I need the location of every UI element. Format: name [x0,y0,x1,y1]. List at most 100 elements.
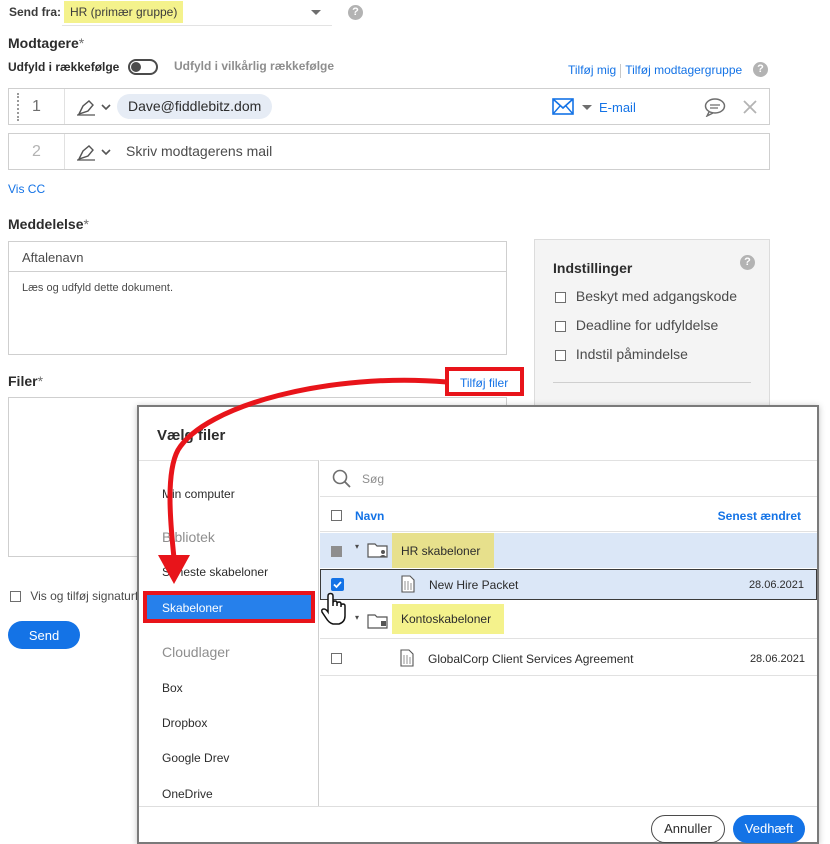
close-icon[interactable] [742,99,758,115]
recipients-title: Modtagere* [8,35,84,51]
settings-title: Indstillinger [553,260,633,276]
column-header: Navn Senest ændret [320,497,817,532]
checkbox[interactable] [555,349,566,361]
signature-option-label: Vis og tilføj signaturfe [30,589,145,603]
setting-reminder-label: Indstil påmindelse [575,346,688,362]
attach-button[interactable]: Vedhæft [733,815,805,843]
column-name[interactable]: Navn [355,509,384,523]
agreement-name-placeholder: Aftalenavn [22,250,84,265]
folder-row-hr[interactable]: ▾ HR skabeloner [320,533,817,568]
pen-signer-icon[interactable] [75,142,115,162]
recipient-row-2: 2 Skriv modtagerens mail [8,133,770,170]
select-all-checkbox[interactable] [331,510,342,521]
files-title: Filer* [8,373,43,389]
show-cc-link[interactable]: Vis CC [8,182,45,196]
library-header: Bibliotek [162,529,215,545]
cancel-button[interactable]: Annuller [651,815,725,843]
expand-icon[interactable]: ▾ [355,613,359,622]
hand-cursor-icon [321,592,346,625]
order-toggle[interactable] [128,59,158,75]
source-google-drive[interactable]: Google Drev [162,751,229,765]
select-files-dialog: Vælg filer Min computer Bibliotek Senest… [137,405,819,844]
folder-row-konto[interactable]: ▾ Kontoskabeloner [320,604,817,639]
divider [620,63,622,78]
checkbox-checked[interactable] [331,578,344,591]
add-files-link[interactable]: Tilføj filer [460,376,508,390]
file-modified: 28.06.2021 [749,653,805,665]
add-group-link[interactable]: Tilføj modtagergruppe [625,63,742,77]
folder-icon [367,614,388,629]
order-sequential-label: Udfyld i rækkefølge [8,60,120,74]
divider [553,382,751,383]
cloud-header: Cloudlager [162,644,230,660]
agreement-name-input[interactable]: Aftalenavn [8,241,507,272]
document-icon [400,649,414,667]
delivery-method[interactable]: E-mail [599,100,636,115]
recipient-email-input[interactable]: Skriv modtagerens mail [126,143,272,159]
required-mark: * [78,35,85,51]
document-icon [401,575,415,593]
source-templates-selected[interactable]: Skabeloner [143,591,315,623]
dialog-title: Vælg filer [157,427,226,444]
expand-icon[interactable]: ▾ [355,542,359,551]
add-me-link[interactable]: Tilføj mig [568,63,616,77]
send-from-select[interactable]: HR (primær gruppe) [62,0,332,26]
settings-panel: Indstillinger ? Beskyt med adgangskode D… [534,239,770,409]
send-from-value: HR (primær gruppe) [64,1,184,23]
message-body-text: Læs og udfyld dette dokument. [22,282,174,294]
chevron-down-icon[interactable] [582,105,592,110]
source-onedrive[interactable]: OneDrive [162,787,213,801]
setting-reminder[interactable]: Indstil påmindelse [555,346,688,362]
file-browser: Søg Navn Senest ændret ▾ HR skabeloner N… [320,460,817,806]
setting-deadline-label: Deadline for udfyldelse [575,317,719,333]
message-title: Meddelelse* [8,216,89,232]
checkbox[interactable] [10,591,21,603]
source-recent-templates[interactable]: Seneste skabeloner [162,565,268,579]
recipient-row-1: 1 Dave@fiddlebitz.dom E-mail [8,88,770,125]
source-list: Min computer Bibliotek Seneste skabelone… [139,460,319,806]
recipient-email-chip[interactable]: Dave@fiddlebitz.dom [117,94,273,119]
send-button[interactable]: Send [8,621,80,649]
dialog-footer: Annuller Vedhæft [139,806,817,843]
recipient-links: Tilføj mig Tilføj modtagergruppe [568,63,742,78]
search-placeholder: Søg [362,472,385,486]
source-templates: Skabeloner [162,601,223,615]
file-modified: 28.06.2021 [748,579,804,591]
help-icon[interactable]: ? [753,62,768,77]
source-box[interactable]: Box [162,681,183,695]
source-my-computer[interactable]: Min computer [162,487,235,501]
file-name: GlobalCorp Client Services Agreement [428,652,634,666]
checkbox[interactable] [555,320,566,332]
check-icon [333,581,342,589]
setting-password[interactable]: Beskyt med adgangskode [555,288,737,304]
setting-deadline[interactable]: Deadline for udfyldelse [555,317,718,333]
send-from-label: Send fra: [9,5,62,19]
checkbox-partial[interactable] [331,546,342,557]
signature-option[interactable]: Vis og tilføj signaturfe [10,589,145,603]
file-row-new-hire[interactable]: New Hire Packet 28.06.2021 [320,569,817,600]
message-body-input[interactable]: Læs og udfyld dette dokument. [8,271,507,355]
file-row-globalcorp[interactable]: GlobalCorp Client Services Agreement 28.… [320,641,817,676]
checkbox[interactable] [331,653,342,664]
help-icon[interactable]: ? [348,5,363,20]
required-mark: * [37,373,44,389]
search-icon [332,469,351,488]
folder-name: HR skabeloner [401,544,481,558]
message-title-text: Meddelelse [8,216,84,232]
add-files-annotation: Tilføj filer [445,367,524,396]
help-icon[interactable]: ? [740,255,755,270]
pen-signer-icon[interactable] [75,97,115,117]
drag-handle[interactable] [17,93,19,121]
folder-icon [367,543,388,558]
file-name: New Hire Packet [429,578,519,592]
source-dropbox[interactable]: Dropbox [162,716,207,730]
mail-icon[interactable] [552,98,574,115]
search-bar[interactable]: Søg [320,461,817,497]
chevron-down-icon [311,10,321,15]
comment-icon[interactable] [704,97,726,117]
setting-password-label: Beskyt med adgangskode [575,288,737,304]
checkbox[interactable] [555,291,566,303]
files-title-text: Filer [8,373,38,389]
column-modified[interactable]: Senest ændret [718,509,801,523]
order-any-label: Udfyld i vilkårlig rækkefølge [174,59,335,73]
